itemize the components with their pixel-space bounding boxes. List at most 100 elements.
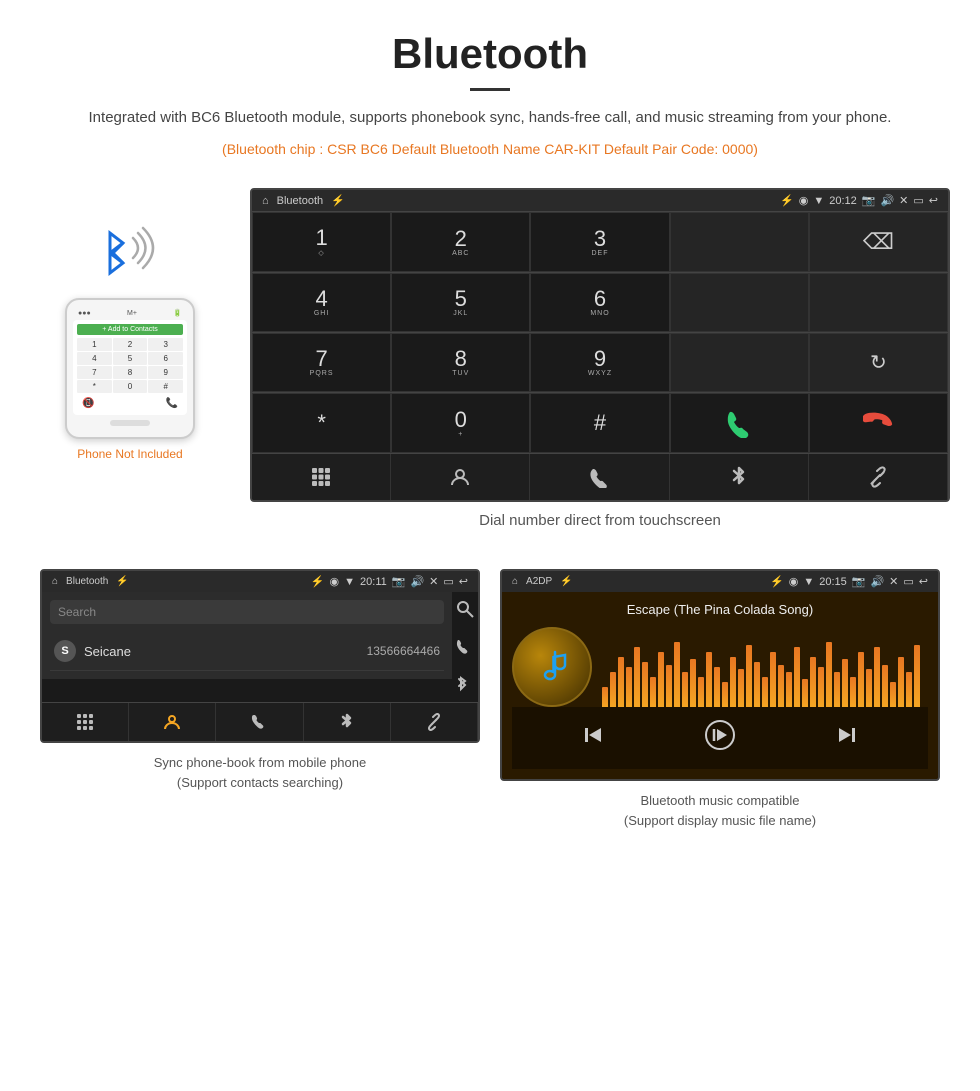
phone-dialpad: 1 2 3 4 5 6 7 8 9 * 0 # — [77, 338, 183, 393]
dialpad-caption: Dial number direct from touchscreen — [250, 512, 950, 529]
page-title: Bluetooth — [40, 30, 940, 78]
window-icon: ▭ — [913, 194, 923, 207]
contacts-app-name: Bluetooth — [66, 576, 108, 587]
dial-key-2[interactable]: 2 ABC — [391, 212, 530, 272]
usb-icon: ⚡ — [331, 194, 345, 207]
status-bar-right: ⚡ ◉ ▼ 20:12 📷 🔊 ✕ ▭ ↩ — [780, 194, 938, 207]
header-description: Integrated with BC6 Bluetooth module, su… — [40, 106, 940, 130]
eq-bar — [810, 657, 816, 707]
dial-key-3[interactable]: 3 DEF — [530, 212, 669, 272]
dial-key-8[interactable]: 8 TUV — [391, 333, 530, 392]
dial-key-4[interactable]: 4 GHI — [252, 273, 391, 332]
dial-redial[interactable]: ↻ — [809, 333, 948, 392]
contacts-search-bar[interactable]: Search — [50, 600, 444, 624]
signal-icon: ▼ — [813, 195, 824, 207]
status-bar-left: ⌂ Bluetooth ⚡ — [262, 194, 345, 207]
music-prev-btn[interactable] — [581, 723, 605, 753]
eq-bar — [826, 642, 832, 707]
dialpad-row-2: 4 GHI 5 JKL 6 MNO — [252, 272, 948, 332]
bottom-screenshots-section: ⌂ Bluetooth ⚡ ⚡ ◉ ▼ 20:11 📷 🔊 ✕ ▭ ↩ — [0, 569, 980, 860]
contacts-body: Search S Seicane 13566664466 — [42, 592, 452, 679]
music-cam-icon: 📷 — [852, 575, 866, 588]
eq-bar — [770, 652, 776, 707]
contacts-vol-icon: 🔊 — [410, 575, 424, 588]
music-win-icon: ▭ — [903, 575, 913, 588]
phone-key-1: 1 — [77, 338, 112, 351]
dial-key-1[interactable]: 1 ◇ — [252, 212, 391, 272]
music-play-pause-btn[interactable] — [704, 719, 736, 757]
music-next-btn[interactable] — [835, 723, 859, 753]
dial-key-6[interactable]: 6 MNO — [530, 273, 669, 332]
contacts-tb-phone[interactable] — [216, 703, 303, 741]
eq-bar — [762, 677, 768, 707]
eq-bar — [674, 642, 680, 707]
dial-backspace[interactable]: ⌫ — [809, 212, 948, 272]
eq-bar — [714, 667, 720, 707]
contacts-main-area: Search S Seicane 13566664466 — [42, 592, 478, 702]
main-status-bar: ⌂ Bluetooth ⚡ ⚡ ◉ ▼ 20:12 📷 🔊 ✕ ▭ ↩ — [252, 190, 948, 211]
main-section: ●●● M+ 🔋 + Add to Contacts 1 2 3 4 5 6 7… — [0, 178, 980, 569]
eq-bar — [802, 679, 808, 707]
contacts-signal-icon: ▼ — [344, 576, 355, 588]
contacts-time: 20:11 — [360, 576, 387, 588]
contacts-tb-person[interactable] — [129, 703, 216, 741]
toolbar-contacts-btn[interactable] — [391, 454, 530, 500]
eq-bar — [618, 657, 624, 707]
toolbar-phone-btn[interactable] — [530, 454, 669, 500]
dial-key-5[interactable]: 5 JKL — [391, 273, 530, 332]
music-home-icon: ⌂ — [512, 576, 518, 587]
contacts-tb-bt[interactable] — [304, 703, 391, 741]
contacts-back-icon: ↩ — [459, 575, 468, 588]
eq-bar — [778, 665, 784, 707]
main-car-screen: ⌂ Bluetooth ⚡ ⚡ ◉ ▼ 20:12 📷 🔊 ✕ ▭ ↩ — [250, 188, 950, 502]
phone-home-button — [110, 420, 150, 426]
dial-key-0[interactable]: 0 + — [391, 393, 530, 453]
dial-empty-2 — [670, 273, 809, 332]
status-time: 20:12 — [829, 195, 857, 207]
phone-call-icon: 📞 — [166, 398, 178, 409]
toolbar-bluetooth-btn[interactable] — [670, 454, 809, 500]
dial-key-hash[interactable]: # — [530, 393, 669, 453]
eq-bar — [890, 682, 896, 707]
phone-add-contact-btn: + Add to Contacts — [77, 324, 183, 335]
contacts-tb-link[interactable] — [391, 703, 478, 741]
phone-key-7: 7 — [77, 366, 112, 379]
music-body: Escape (The Pina Colada Song) — [502, 592, 938, 779]
music-usb-icon: ⚡ — [560, 576, 572, 587]
music-equalizer — [602, 627, 928, 707]
toolbar-dialpad-btn[interactable] — [252, 454, 391, 500]
dial-key-7[interactable]: 7 PQRS — [252, 333, 391, 392]
toolbar-link-btn[interactable] — [809, 454, 948, 500]
phone-key-6: 6 — [148, 352, 183, 365]
eq-bar — [690, 659, 696, 707]
eq-bar — [738, 669, 744, 707]
eq-bar — [786, 672, 792, 707]
location-icon: ◉ — [799, 194, 809, 207]
phone-key-9: 9 — [148, 366, 183, 379]
contacts-loc-icon: ◉ — [330, 575, 340, 588]
phone-end-call-icon: 📵 — [82, 398, 94, 409]
eq-bar — [858, 652, 864, 707]
dial-empty-3 — [809, 273, 948, 332]
eq-bar — [698, 677, 704, 707]
eq-bar — [610, 672, 616, 707]
contacts-tb-dialpad[interactable] — [42, 703, 129, 741]
phone-mockup: ●●● M+ 🔋 + Add to Contacts 1 2 3 4 5 6 7… — [65, 298, 195, 439]
music-signal-icon: ▼ — [803, 576, 814, 588]
volume-icon: 🔊 — [880, 194, 894, 207]
eq-bar — [906, 672, 912, 707]
dial-call-red[interactable] — [809, 393, 948, 453]
eq-bar — [682, 672, 688, 707]
contacts-caption-text: Sync phone-book from mobile phone(Suppor… — [154, 755, 366, 790]
phone-side: ●●● M+ 🔋 + Add to Contacts 1 2 3 4 5 6 7… — [30, 188, 230, 461]
eq-bar — [730, 657, 736, 707]
dial-key-star[interactable]: * — [252, 393, 391, 453]
phone-top-bar: ●●● M+ 🔋 — [73, 306, 187, 320]
eq-bar — [626, 667, 632, 707]
dial-call-green[interactable] — [670, 393, 809, 453]
page-header: Bluetooth Integrated with BC6 Bluetooth … — [0, 0, 980, 178]
dial-key-9[interactable]: 9 WXYZ — [530, 333, 669, 392]
camera-icon: 📷 — [862, 194, 876, 207]
contacts-shot: ⌂ Bluetooth ⚡ ⚡ ◉ ▼ 20:11 📷 🔊 ✕ ▭ ↩ — [30, 569, 490, 830]
eq-bar — [666, 665, 672, 707]
